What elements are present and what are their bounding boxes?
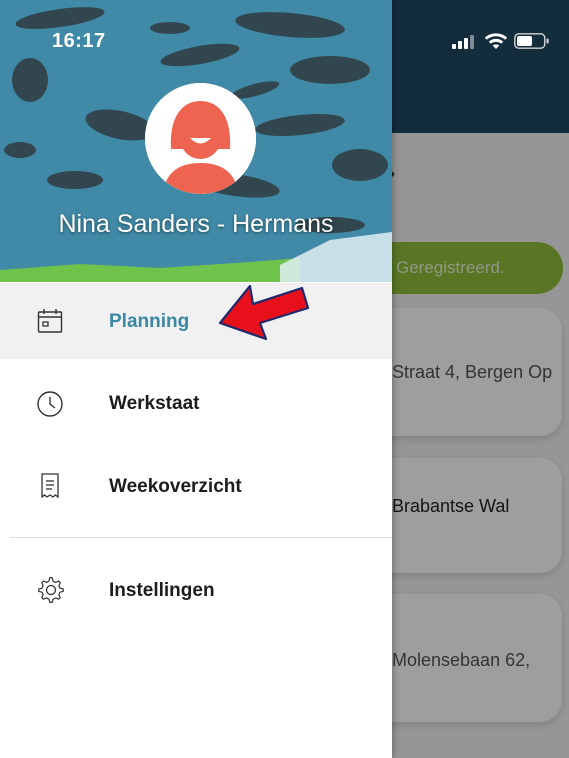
menu-item-label: Weekoverzicht bbox=[109, 476, 242, 497]
calendar-icon bbox=[37, 309, 63, 333]
status-bar: 16:17 bbox=[0, 0, 569, 70]
clock-icon bbox=[37, 391, 63, 417]
annotation-arrow-icon bbox=[218, 284, 310, 341]
gear-icon bbox=[38, 576, 64, 603]
menu-item-label: Planning bbox=[109, 311, 190, 332]
avatar-person-icon bbox=[145, 83, 256, 194]
cellular-signal-icon bbox=[452, 35, 474, 49]
menu-item-werkstaat[interactable]: Werkstaat bbox=[0, 366, 392, 442]
avatar bbox=[145, 83, 256, 194]
receipt-icon bbox=[41, 473, 59, 499]
menu-divider bbox=[10, 537, 392, 538]
wifi-icon bbox=[484, 33, 508, 49]
app-screen: › Geregistreerd. Straat 4, Bergen Op Bra… bbox=[0, 0, 569, 758]
user-name: Nina Sanders - Hermans bbox=[58, 210, 334, 238]
status-time: 16:17 bbox=[52, 30, 106, 52]
menu-item-planning[interactable]: Planning bbox=[0, 283, 392, 359]
menu-item-weekoverzicht[interactable]: Weekoverzicht bbox=[0, 448, 392, 524]
menu-item-label: Instellingen bbox=[109, 580, 215, 601]
battery-icon bbox=[514, 33, 549, 49]
menu-item-label: Werkstaat bbox=[109, 393, 200, 414]
navigation-drawer: Nina Sanders - Hermans Planning Werkstaa… bbox=[0, 0, 392, 758]
menu-item-instellingen[interactable]: Instellingen bbox=[0, 552, 392, 628]
